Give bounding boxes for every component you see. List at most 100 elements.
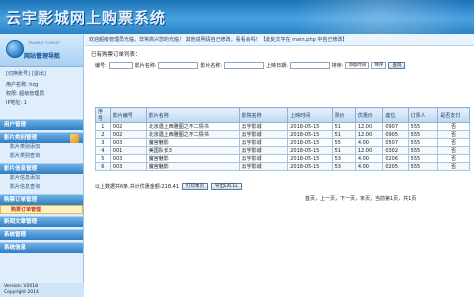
role-label: 权限: xyxy=(6,91,18,97)
app-title: 云宇影城网上购票系统 xyxy=(6,9,167,27)
table-row[interactable]: 5 003 魔宫魅影 云宇影城 2018-05-15 53 4.00 0206 … xyxy=(95,154,470,163)
pagination[interactable]: 首页，上一页，下一页，末页，当前第1页，共1页 xyxy=(305,195,416,202)
id-input[interactable] xyxy=(108,62,133,69)
menu-group-orders: 购票订单管理 购票订单管理 xyxy=(0,194,83,214)
menu-item-movie-query[interactable]: 影片信息查询 xyxy=(0,183,83,192)
cell-paid: 否 xyxy=(437,154,470,163)
movie-name-label: 影片名称: xyxy=(134,63,157,69)
col-release-time: 上映时间 xyxy=(287,107,333,123)
sidebar-subtitle: TRAVRLE TOURIST xyxy=(28,41,60,45)
copyright-text: Copyright 2014 xyxy=(4,290,39,295)
movie-name-input[interactable] xyxy=(158,62,199,69)
menu-group-news: 新闻文章管理 xyxy=(0,216,83,227)
cell-seat: 0206 xyxy=(382,154,409,163)
menu-title-system[interactable]: 系统管理 xyxy=(0,229,83,240)
cell-release-time: 2018-05-15 xyxy=(287,162,333,171)
col-price: 票价 xyxy=(331,107,356,123)
cell-movie-name: 北京遇上西雅图之不二情书 xyxy=(145,122,240,131)
table-header-row: 序号 影片编号 影片名称 影院名称 上映时间 票价 优惠价 座位 订票人 是否支… xyxy=(95,107,470,123)
menu-title-sysinfo[interactable]: 系统信息 xyxy=(0,242,83,253)
table-row[interactable]: 6 003 魔宫魅影 云宇影城 2018-05-15 53 4.00 0205 … xyxy=(95,162,470,171)
cell-seat: 0205 xyxy=(382,162,409,171)
table-row[interactable]: 2 002 北京遇上西雅图之不二情书 云宇影城 2018-05-15 51 12… xyxy=(95,130,470,139)
cell-cinema: 云宇影城 xyxy=(238,154,289,163)
menu-title-orders[interactable]: 购票订单管理 xyxy=(0,194,83,205)
menu-item-movie-add[interactable]: 影片信息添加 xyxy=(0,174,83,183)
cell-index: 4 xyxy=(95,146,111,155)
username-label: 用户名称: xyxy=(6,82,28,88)
cell-paid: 否 xyxy=(437,162,470,171)
cell-movie-id: 002 xyxy=(109,122,147,131)
cell-paid: 否 xyxy=(437,122,470,131)
cell-movie-id: 003 xyxy=(109,138,147,147)
col-buyer: 订票人 xyxy=(407,107,439,123)
cell-paid: 否 xyxy=(437,130,470,139)
table-row[interactable]: 3 003 魔宫魅影 云宇影城 2018-05-15 55 4.00 0507 … xyxy=(95,138,470,147)
cell-movie-id: 001 xyxy=(109,146,147,155)
cell-discount: 4.00 xyxy=(354,138,384,147)
cell-seat: 0905 xyxy=(382,130,409,139)
cell-seat: 0907 xyxy=(382,122,409,131)
sidebar-nav-title: 网站管理导航 xyxy=(24,53,61,60)
sort-label: 排序: xyxy=(331,63,344,69)
search-button[interactable]: 查询 xyxy=(388,62,406,69)
menu-title-movie-category[interactable]: 影片类别管理 xyxy=(0,132,83,143)
table-row[interactable]: 4 001 美国队长3 云宇影城 2018-05-15 51 12.00 030… xyxy=(95,146,470,155)
cell-movie-id: 002 xyxy=(109,130,147,139)
cell-buyer: 555 xyxy=(407,146,439,155)
menu-item-category-add[interactable]: 影片类别添加 xyxy=(0,143,83,152)
cell-paid: 否 xyxy=(437,138,470,147)
cell-price: 51 xyxy=(331,130,356,139)
cell-discount: 12.00 xyxy=(354,130,384,139)
cell-buyer: 555 xyxy=(407,162,439,171)
release-date-input[interactable] xyxy=(289,62,330,69)
menu-title-users[interactable]: 用户管理 xyxy=(0,119,83,130)
col-index: 序号 xyxy=(95,107,111,123)
export-excel-button[interactable]: 导出EXCEL xyxy=(210,183,243,190)
username-value: hzg xyxy=(29,82,39,88)
print-button[interactable]: 打印本页 xyxy=(181,183,208,190)
section-title: 已有购票订单列表： xyxy=(91,52,141,58)
cell-release-time: 2018-05-15 xyxy=(287,146,333,155)
cell-index: 1 xyxy=(95,122,111,131)
cell-movie-name: 美国队长3 xyxy=(145,146,240,155)
main-content: 欢迎超级管理员光临，非常高兴您的光临！ 其他说明请自己修改，看看会吗！【此处文字… xyxy=(85,34,474,297)
header-decoration xyxy=(240,0,474,34)
tools-icon xyxy=(70,134,79,143)
cell-price: 53 xyxy=(331,154,356,163)
table-row[interactable]: 1 002 北京遇上西雅图之不二情书 云宇影城 2018-05-15 51 12… xyxy=(95,122,470,131)
menu-title-news[interactable]: 新闻文章管理 xyxy=(0,216,83,227)
order-select[interactable]: 降序 xyxy=(371,62,387,69)
menu-item-order-manage[interactable]: 购票订单管理 xyxy=(0,205,83,214)
cell-discount: 4.00 xyxy=(354,154,384,163)
globe-icon xyxy=(6,40,24,58)
summary-text: 以上数据共6条,共计优惠金额:218.41 xyxy=(95,184,179,190)
cell-buyer: 555 xyxy=(407,138,439,147)
cell-movie-name: 魔宫魅影 xyxy=(145,154,240,163)
cell-index: 5 xyxy=(95,154,111,163)
menu-group-movie-info: 影片信息管理 影片信息添加 影片信息查询 xyxy=(0,163,83,192)
movie-name-label-2: 影片名称: xyxy=(200,63,223,69)
movie-name-input-2[interactable] xyxy=(224,62,265,69)
switch-account-link[interactable]: [切换账号] xyxy=(6,70,30,77)
cell-discount: 12.00 xyxy=(354,122,384,131)
sort-select[interactable]: 添加时间 xyxy=(345,62,370,69)
sidebar-footer: Version: V2018 Copyright 2014 xyxy=(0,283,84,297)
cell-movie-name: 北京遇上西雅图之不二情书 xyxy=(145,130,240,139)
col-discount: 优惠价 xyxy=(354,107,384,123)
role-value: 超级管理员 xyxy=(19,91,45,97)
col-movie-id: 影片编号 xyxy=(109,107,147,123)
cell-index: 2 xyxy=(95,130,111,139)
cell-price: 55 xyxy=(331,138,356,147)
ip-value: 1 xyxy=(23,100,27,106)
orders-table: 序号 影片编号 影片名称 影院名称 上映时间 票价 优惠价 座位 订票人 是否支… xyxy=(95,107,470,171)
menu-title-movie-info[interactable]: 影片信息管理 xyxy=(0,163,83,174)
col-paid: 是否支付 xyxy=(437,107,470,123)
col-seat: 座位 xyxy=(382,107,409,123)
cell-paid: 否 xyxy=(437,146,470,155)
logout-link[interactable]: [退出] xyxy=(32,70,46,77)
menu-group-movie-category: 影片类别管理 影片类别添加 影片类别查询 xyxy=(0,132,83,161)
menu-item-category-query[interactable]: 影片类别查询 xyxy=(0,152,83,161)
cell-movie-id: 003 xyxy=(109,162,147,171)
col-cinema: 影院名称 xyxy=(238,107,289,123)
